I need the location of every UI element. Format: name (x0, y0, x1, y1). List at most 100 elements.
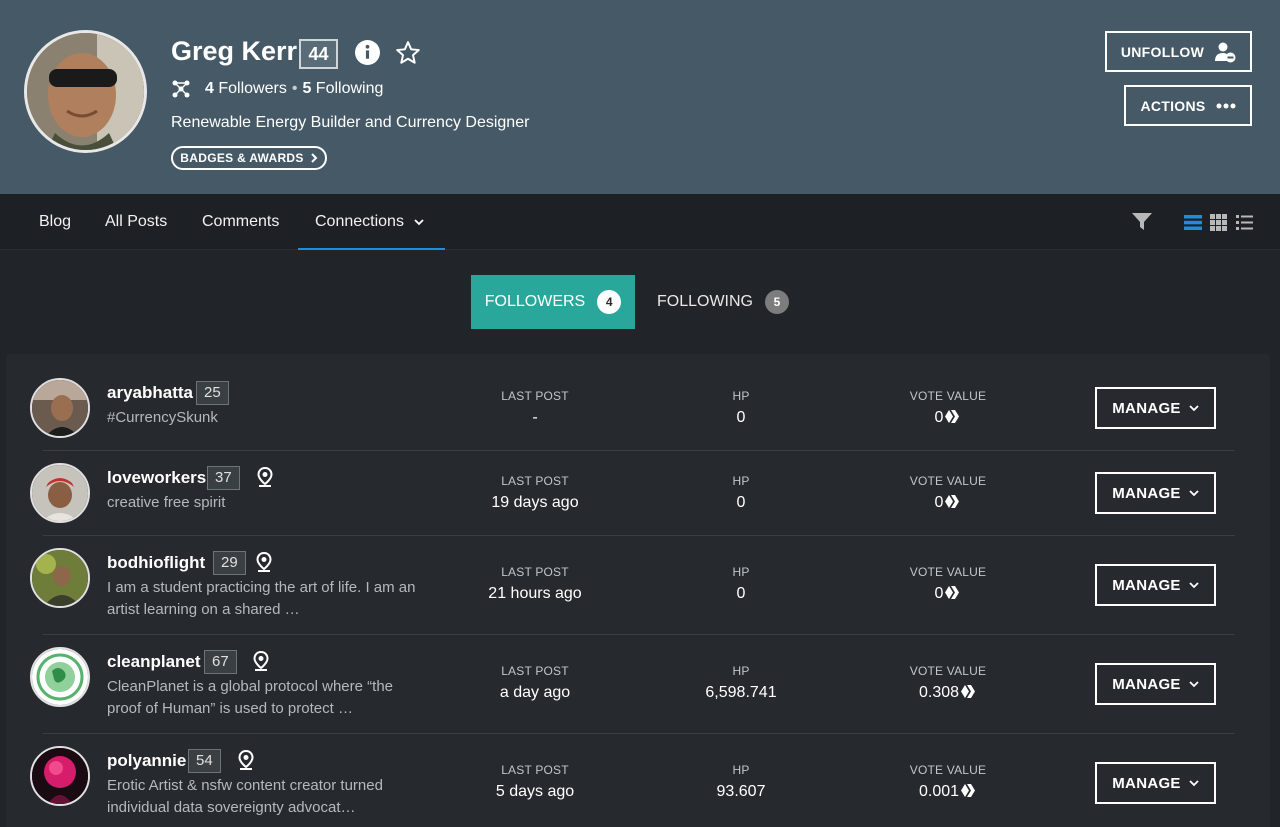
hp-value: 0 (736, 494, 746, 511)
manage-label: MANAGE (1112, 576, 1181, 594)
vote-amount: 0 (934, 494, 944, 511)
compact-view-icon[interactable] (1236, 215, 1253, 230)
vote-value-label: VOTE VALUE (909, 664, 987, 678)
nav-blog[interactable]: Blog (39, 194, 71, 250)
follower-avatar[interactable] (30, 647, 90, 707)
actions-label: ACTIONS (1140, 97, 1206, 114)
grid-view-icon[interactable] (1210, 214, 1227, 231)
profile-nav: Blog All Posts Comments Connections (0, 194, 1280, 250)
follower-avatar[interactable] (30, 746, 90, 806)
last-post-label: LAST POST (501, 474, 569, 488)
vote-value-label: VOTE VALUE (909, 763, 987, 777)
manage-button[interactable]: MANAGE (1095, 472, 1216, 514)
hive-icon (961, 784, 976, 797)
vote-value: 0 (868, 494, 1028, 512)
last-post-value: - (532, 409, 538, 426)
filter-icon[interactable] (1132, 213, 1152, 231)
chevron-down-icon (1189, 780, 1199, 787)
location-pin-icon (253, 651, 269, 671)
info-icon[interactable] (355, 40, 380, 65)
follower-reputation: 25 (196, 381, 229, 405)
following-label: Following (315, 80, 384, 97)
network-icon (172, 80, 190, 98)
nav-all-posts[interactable]: All Posts (105, 194, 167, 250)
star-icon[interactable] (395, 40, 421, 66)
follower-name[interactable]: cleanplanet (107, 652, 201, 672)
profile-about: Renewable Energy Builder and Currency De… (171, 114, 530, 131)
vote-value: 0.001 (868, 783, 1028, 801)
chevron-down-icon (1189, 582, 1199, 589)
followers-link[interactable]: 4 Followers (205, 80, 287, 98)
chevron-right-icon (310, 153, 318, 163)
hp-label: HP (732, 389, 750, 403)
vote-amount: 0.001 (918, 783, 960, 800)
manage-label: MANAGE (1112, 484, 1181, 502)
chevron-down-icon (1189, 405, 1199, 412)
follower-reputation: 67 (204, 650, 237, 674)
follower-name[interactable]: aryabhatta (107, 383, 193, 403)
nav-connections[interactable]: Connections (298, 194, 445, 250)
row-divider (43, 733, 1235, 734)
vote-amount: 0 (934, 409, 944, 426)
manage-button[interactable]: MANAGE (1095, 663, 1216, 705)
list-view-icon[interactable] (1184, 215, 1202, 230)
follower-name[interactable]: bodhioflight (107, 553, 205, 573)
tab-followers-label: FOLLOWERS (484, 293, 586, 310)
hp-value: 0 (736, 409, 746, 426)
vote-value: 0 (868, 585, 1028, 603)
follower-name[interactable]: loveworkers (107, 468, 206, 488)
manage-label: MANAGE (1112, 774, 1181, 792)
following-link[interactable]: 5 Following (302, 80, 383, 98)
follower-description: #CurrencySkunk (107, 409, 218, 426)
following-count: 5 (302, 80, 312, 97)
last-post-value: 21 hours ago (488, 585, 582, 602)
reputation-badge: 44 (299, 39, 338, 69)
profile-avatar[interactable] (24, 30, 147, 153)
hive-icon (961, 685, 976, 698)
manage-button[interactable]: MANAGE (1095, 387, 1216, 429)
follower-avatar[interactable] (30, 378, 90, 438)
follower-avatar[interactable] (30, 463, 90, 523)
chevron-down-icon (414, 219, 425, 226)
vote-amount: 0 (934, 585, 944, 602)
hp-label: HP (732, 763, 750, 777)
follow-stats: 4 Followers • 5 Following (171, 79, 383, 99)
last-post-label: LAST POST (501, 565, 569, 579)
vote-value-label: VOTE VALUE (909, 389, 987, 403)
row-divider (43, 634, 1235, 635)
manage-button[interactable]: MANAGE (1095, 564, 1216, 606)
badges-label: BADGES & AWARDS (180, 151, 304, 165)
followers-count-badge: 4 (597, 290, 622, 314)
vote-value-label: VOTE VALUE (909, 565, 987, 579)
tab-followers[interactable]: FOLLOWERS 4 (471, 275, 635, 329)
stats-separator: • (291, 80, 298, 97)
last-post-label: LAST POST (501, 763, 569, 777)
hp-label: HP (732, 664, 750, 678)
followers-list: aryabhatta 25 #CurrencySkunk LAST POST -… (6, 354, 1270, 827)
location-pin-icon (238, 750, 254, 770)
hp-value: 93.607 (716, 783, 766, 800)
follower-name[interactable]: polyannie (107, 751, 186, 771)
nav-comments[interactable]: Comments (202, 194, 279, 250)
manage-label: MANAGE (1112, 399, 1181, 417)
hp-value: 6,598.741 (705, 684, 777, 701)
manage-button[interactable]: MANAGE (1095, 762, 1216, 804)
manage-label: MANAGE (1112, 675, 1181, 693)
follower-reputation: 54 (188, 749, 221, 773)
profile-name: Greg Kerr (171, 36, 298, 66)
location-pin-icon (256, 552, 272, 572)
tab-following[interactable]: FOLLOWING 5 (648, 275, 798, 329)
more-dots-icon (1216, 103, 1236, 108)
unfollow-button[interactable]: UNFOLLOW (1105, 31, 1252, 72)
last-post-label: LAST POST (501, 664, 569, 678)
badges-awards-button[interactable]: BADGES & AWARDS (171, 146, 327, 170)
chevron-down-icon (1189, 490, 1199, 497)
vote-value: 0.308 (868, 684, 1028, 702)
follower-reputation: 37 (207, 466, 240, 490)
follower-avatar[interactable] (30, 548, 90, 608)
chevron-down-icon (1189, 681, 1199, 688)
profile-header: Greg Kerr 44 4 Followers • 5 Following R… (0, 0, 1280, 194)
last-post-value: 19 days ago (491, 494, 579, 511)
actions-button[interactable]: ACTIONS (1124, 85, 1252, 126)
hp-label: HP (732, 565, 750, 579)
